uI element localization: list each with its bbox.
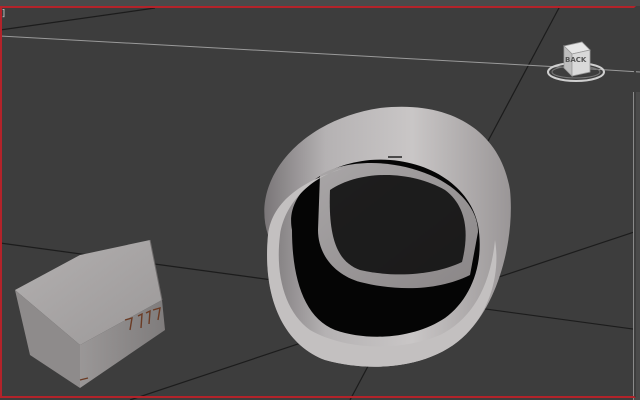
- grid-line-light: [0, 35, 561, 68]
- perspective-viewport[interactable]: BACK ]: [0, 0, 640, 400]
- viewcube-face-label: BACK: [565, 56, 587, 64]
- grid-line: [0, 7, 156, 31]
- viewport-right-edge: [633, 92, 640, 400]
- cylinder-ring[interactable]: [264, 106, 511, 367]
- grid-highlight: [0, 35, 640, 73]
- viewport-scene[interactable]: [0, 0, 640, 400]
- viewcube-icon[interactable]: BACK: [546, 38, 606, 88]
- viewport-corner-label: ]: [1, 9, 7, 19]
- box-wedge[interactable]: [15, 239, 165, 388]
